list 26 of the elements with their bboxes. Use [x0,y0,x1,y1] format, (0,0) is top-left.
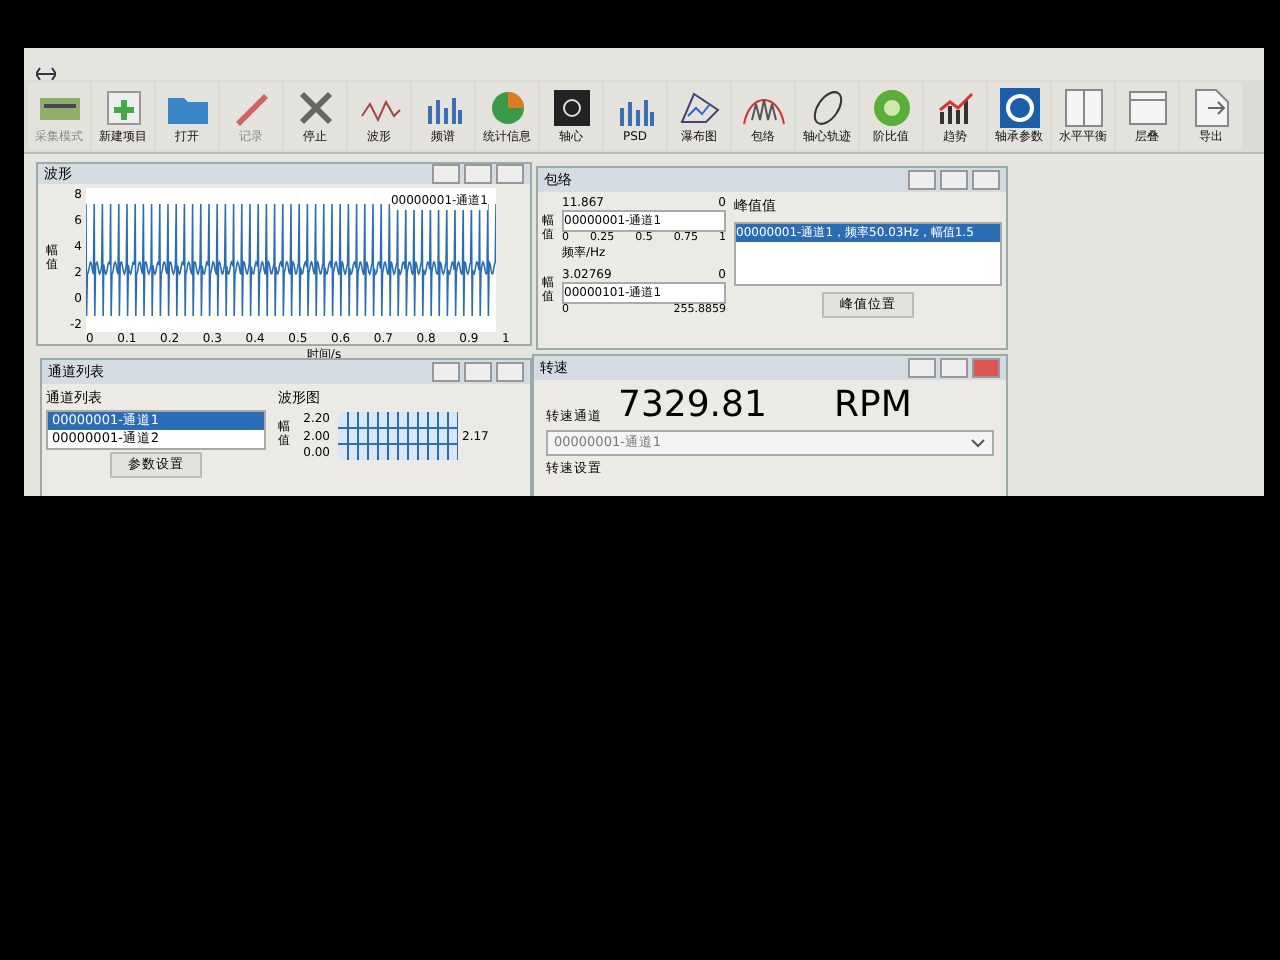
layers-icon [1125,87,1169,127]
close-button[interactable] [972,358,1000,378]
speed-unit: RPM [834,384,912,426]
close-button[interactable] [496,164,524,184]
close-button[interactable] [496,362,524,382]
maximize-button[interactable] [464,164,492,184]
close-button[interactable] [972,170,1000,190]
app-icon [36,66,56,82]
waterfall-icon [677,87,721,127]
grid-chart [338,412,458,460]
bearing-icon [997,87,1041,127]
maximize-button[interactable] [940,170,968,190]
maximize-button[interactable] [940,358,968,378]
caret-icon [970,437,986,449]
split-icon [1061,87,1105,127]
speed-value: 7329.81 [618,384,769,426]
gauge-icon [869,87,913,127]
minimize-button[interactable] [432,164,460,184]
scope-icon [549,87,593,127]
maximize-button[interactable] [464,362,492,382]
minimize-button[interactable] [432,362,460,382]
export-icon [1189,87,1233,127]
minimize-button[interactable] [908,358,936,378]
add-icon [101,87,145,127]
trend-icon [933,87,977,127]
minimize-button[interactable] [908,170,936,190]
